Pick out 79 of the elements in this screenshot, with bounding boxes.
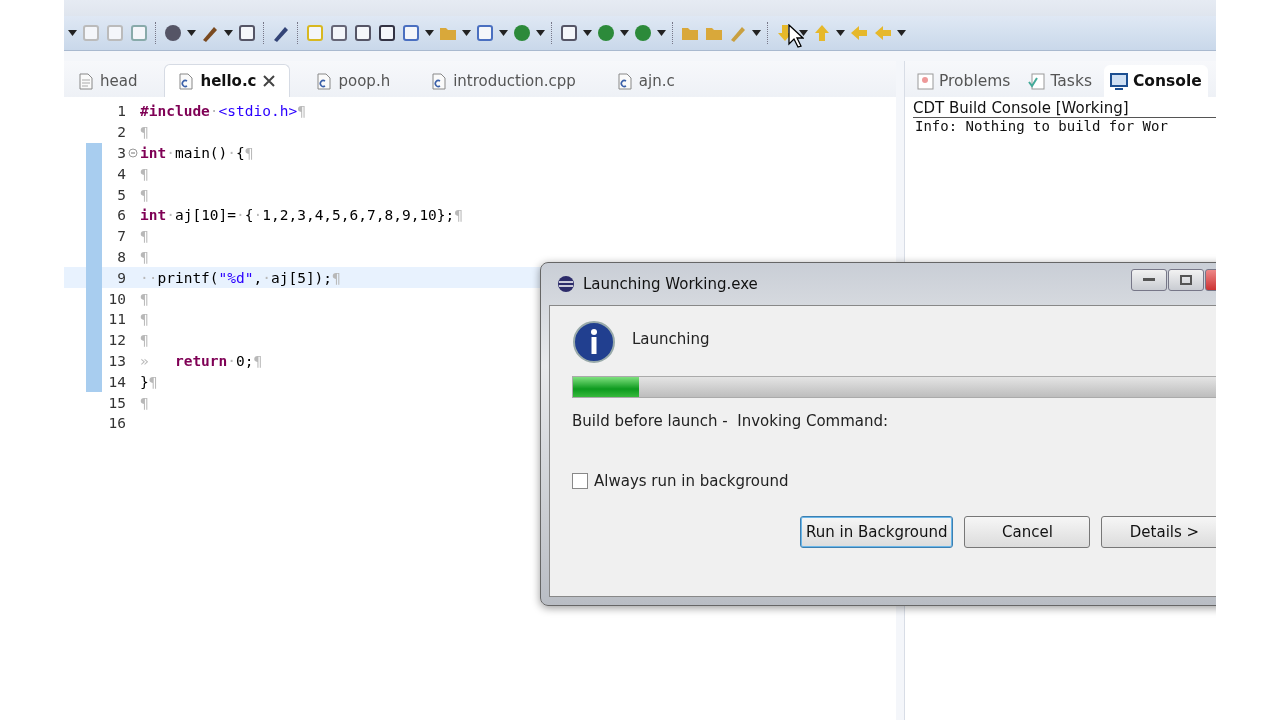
dialog-button[interactable]: Run in Background bbox=[800, 516, 954, 548]
c-file-icon bbox=[617, 72, 632, 90]
console-title: CDT Build Console [Working] bbox=[913, 99, 1216, 118]
maximize-button[interactable] bbox=[1168, 269, 1204, 291]
console-line: Info: Nothing to build for Wor bbox=[915, 118, 1169, 134]
view-tab[interactable]: Problems bbox=[911, 65, 1017, 97]
view-tab[interactable]: Console bbox=[1104, 65, 1208, 97]
checkbox[interactable] bbox=[572, 473, 588, 489]
line-number: 16 bbox=[107, 415, 126, 432]
caret-icon[interactable] bbox=[187, 30, 196, 36]
line-number: 15 bbox=[107, 394, 126, 411]
dialog-title: Launching Working.exe bbox=[583, 275, 758, 293]
monitor-icon bbox=[1110, 72, 1128, 90]
code-line: int·main()·{¶ bbox=[140, 145, 254, 161]
c-file-icon bbox=[317, 72, 332, 90]
view-tab[interactable]: Tasks bbox=[1022, 65, 1098, 97]
close-icon[interactable] bbox=[263, 75, 276, 87]
line-number: 6 bbox=[116, 207, 126, 224]
c-file-icon bbox=[179, 72, 194, 90]
cursor-icon bbox=[788, 24, 804, 48]
code-line: ¶ bbox=[140, 124, 149, 141]
caret-icon[interactable] bbox=[425, 30, 434, 36]
line-number: 9 bbox=[116, 269, 126, 286]
line-number: 14 bbox=[107, 373, 126, 390]
line-number: 8 bbox=[116, 248, 126, 265]
caret-icon[interactable] bbox=[752, 30, 761, 36]
code-line: #include·<stdio.h>¶ bbox=[140, 103, 306, 120]
line-number: 5 bbox=[116, 186, 126, 203]
caret-icon[interactable] bbox=[68, 30, 77, 36]
caret-icon[interactable] bbox=[897, 30, 906, 36]
dialog-heading: Launching bbox=[632, 330, 710, 348]
minimize-icon bbox=[1143, 278, 1155, 282]
tasks-icon bbox=[1028, 72, 1046, 90]
editor-tab[interactable]: poop.h bbox=[302, 64, 406, 97]
editor-tab[interactable]: introduction.cpp bbox=[417, 64, 591, 97]
line-number: 4 bbox=[116, 165, 126, 182]
c-file-icon bbox=[432, 72, 447, 90]
caret-icon[interactable] bbox=[657, 30, 666, 36]
minimize-button[interactable] bbox=[1131, 269, 1167, 291]
code-line: ··printf("%d",·aj[5]);¶ bbox=[140, 269, 341, 286]
code-line: ¶ bbox=[140, 311, 149, 328]
code-line: ¶ bbox=[140, 228, 149, 245]
file-icon bbox=[79, 72, 93, 90]
line-number: 7 bbox=[116, 228, 126, 245]
line-number: 2 bbox=[116, 124, 126, 141]
checkbox-label: Always run in background bbox=[594, 472, 789, 490]
caret-icon[interactable] bbox=[536, 30, 545, 36]
problems-icon bbox=[917, 72, 934, 90]
caret-icon[interactable] bbox=[620, 30, 629, 36]
code-line: ¶ bbox=[140, 394, 149, 411]
line-number: 1 bbox=[116, 103, 126, 120]
line-number: 10 bbox=[107, 290, 126, 307]
info-icon bbox=[572, 320, 616, 364]
caret-icon[interactable] bbox=[224, 30, 233, 36]
code-line: ¶ bbox=[140, 165, 149, 182]
editor-tab[interactable]: ajn.c bbox=[602, 64, 690, 97]
code-line: ¶ bbox=[140, 290, 149, 307]
line-number: 3 bbox=[116, 145, 126, 161]
caret-icon[interactable] bbox=[583, 30, 592, 36]
collapse-icon[interactable] bbox=[128, 148, 138, 158]
editor-tab[interactable]: head bbox=[64, 64, 153, 97]
line-number: 12 bbox=[107, 332, 126, 349]
code-line: int·aj[10]=·{·1,2,3,4,5,6,7,8,9,10};¶ bbox=[140, 207, 464, 224]
line-number: 13 bbox=[107, 352, 126, 369]
caret-icon[interactable] bbox=[836, 30, 845, 36]
caret-icon[interactable] bbox=[499, 30, 508, 36]
code-line: ¶ bbox=[140, 248, 149, 265]
caret-icon[interactable] bbox=[799, 30, 808, 36]
editor-tab[interactable]: hello.c bbox=[164, 64, 291, 97]
code-line: }¶ bbox=[140, 373, 158, 390]
caret-icon[interactable] bbox=[462, 30, 471, 36]
dialog-button[interactable]: Details > bbox=[1101, 516, 1216, 548]
code-line: ¶ bbox=[140, 186, 149, 203]
dialog-button[interactable]: Cancel bbox=[964, 516, 1091, 548]
code-line: ¶ bbox=[140, 332, 149, 349]
status-text: Build before launch - Invoking Command: bbox=[572, 412, 890, 430]
maximize-icon bbox=[1180, 275, 1192, 285]
line-number: 11 bbox=[107, 311, 126, 328]
code-line: » return·0;¶ bbox=[140, 352, 263, 369]
